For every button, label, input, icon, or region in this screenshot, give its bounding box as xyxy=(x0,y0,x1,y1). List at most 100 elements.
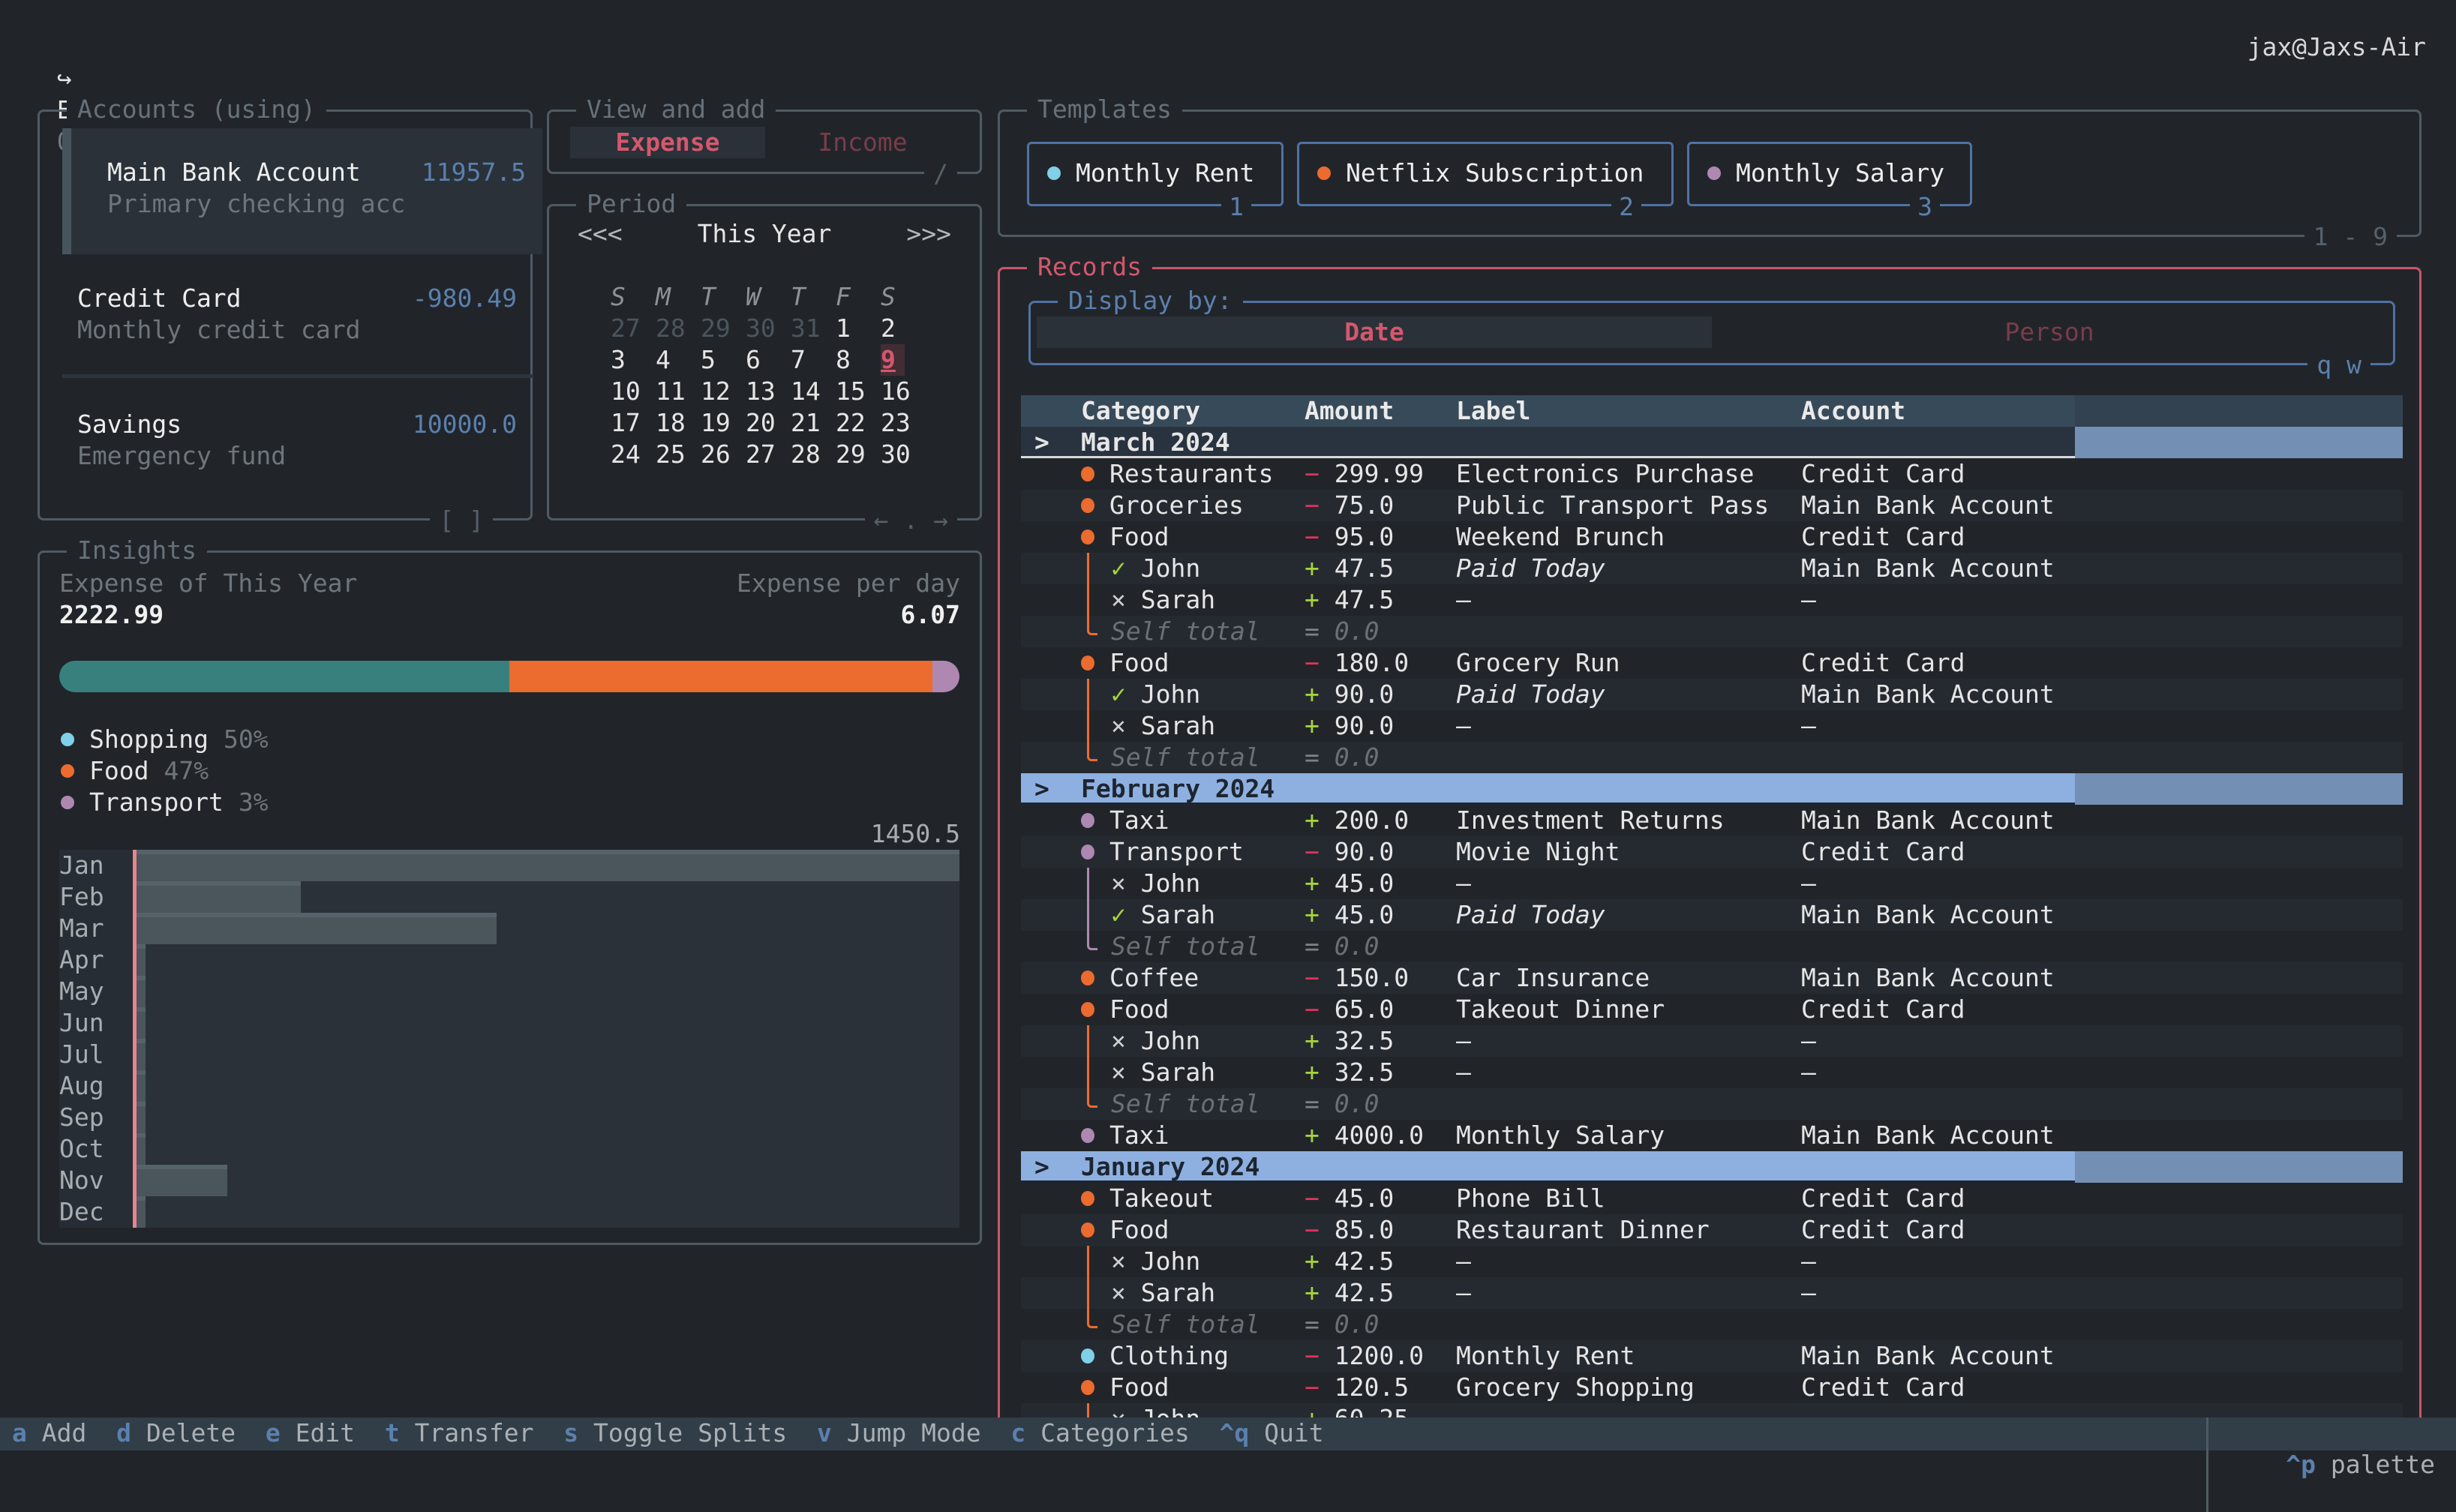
calendar-day[interactable]: 17 xyxy=(611,407,656,439)
template-netflix-subscription[interactable]: Netflix Subscription 2 xyxy=(1297,142,1674,223)
record-row[interactable]: Coffee − 150.0 Car Insurance Main Bank Acco… xyxy=(1021,962,2403,994)
record-account: Credit Card xyxy=(1801,459,1965,488)
self-total-row[interactable]: Self total = 0.0 xyxy=(1021,1309,2403,1340)
date-group-header[interactable]: > March 2024 xyxy=(1021,427,2403,458)
calendar-day[interactable]: 12 xyxy=(701,376,746,407)
calendar-day[interactable]: 4 xyxy=(656,344,701,376)
template-monthly-rent[interactable]: Monthly Rent 1 xyxy=(1027,142,1284,223)
calendar-day[interactable]: 3 xyxy=(611,344,656,376)
column-amount[interactable]: Amount xyxy=(1305,395,1394,427)
calendar-day[interactable]: 23 xyxy=(881,407,926,439)
date-group-header[interactable]: > January 2024 xyxy=(1021,1151,2403,1183)
calendar-day-outside[interactable]: 29 xyxy=(701,313,746,344)
calendar-day[interactable]: 22 xyxy=(836,407,881,439)
amount-sign: = xyxy=(1305,1089,1320,1118)
split-row[interactable]: × John + 45.0 – – xyxy=(1021,868,2403,899)
calendar-day[interactable]: 20 xyxy=(746,407,791,439)
period-prev-button[interactable]: <<< xyxy=(578,218,623,250)
calendar-day[interactable]: 29 xyxy=(836,439,881,470)
calendar-day[interactable]: 8 xyxy=(836,344,881,376)
split-row[interactable]: × Sarah + 42.5 – – xyxy=(1021,1277,2403,1309)
calendar-day[interactable]: 14 xyxy=(791,376,836,407)
record-row[interactable]: Groceries − 75.0 Public Transport Pass Main… xyxy=(1021,490,2403,521)
record-row[interactable]: Food − 180.0 Grocery Run Credit Card xyxy=(1021,647,2403,679)
calendar-day[interactable]: 28 xyxy=(791,439,836,470)
account-item-main-bank[interactable]: Main Bank Account 11957.5 Primary checki… xyxy=(62,128,542,254)
keybinding-categories[interactable]: c Categories xyxy=(1010,1418,1189,1448)
tab-expense[interactable]: Expense xyxy=(570,127,765,158)
self-total-row[interactable]: Self total = 0.0 xyxy=(1021,1088,2403,1120)
calendar-day[interactable]: 2 xyxy=(881,313,926,344)
split-row[interactable]: × John + 32.5 – – xyxy=(1021,1025,2403,1057)
calendar-day-outside[interactable]: 27 xyxy=(611,313,656,344)
tab-income[interactable]: Income xyxy=(765,127,960,158)
calendar-day-outside[interactable]: 30 xyxy=(746,313,791,344)
chart-month-label: Jul xyxy=(59,1039,134,1070)
calendar-day[interactable]: 16 xyxy=(881,376,926,407)
record-row[interactable]: Transport − 90.0 Movie Night Credit Card xyxy=(1021,836,2403,868)
calendar-day[interactable]: 25 xyxy=(656,439,701,470)
keybinding-toggle-splits[interactable]: s Toggle Splits xyxy=(563,1418,787,1448)
tab-person[interactable]: Person xyxy=(1712,316,2387,348)
records-title: Records xyxy=(1027,251,1153,283)
record-row[interactable]: Restaurants − 299.99 Electronics Purchase C… xyxy=(1021,458,2403,490)
keybinding-add[interactable]: a Add xyxy=(12,1418,86,1448)
calendar-day[interactable]: 24 xyxy=(611,439,656,470)
record-amount: + 45.0 xyxy=(1305,868,1394,899)
account-item-savings[interactable]: Savings 10000.0 Emergency fund xyxy=(62,380,533,506)
calendar-day[interactable]: 30 xyxy=(881,439,926,470)
command-palette-button[interactable]: ^p palette xyxy=(2205,1418,2435,1512)
self-total-row[interactable]: Self total = 0.0 xyxy=(1021,616,2403,647)
keybinding-edit[interactable]: e Edit xyxy=(266,1418,355,1448)
date-group-header[interactable]: > February 2024 xyxy=(1021,773,2403,805)
keybinding-jump-mode[interactable]: v Jump Mode xyxy=(817,1418,981,1448)
calendar-day[interactable]: 11 xyxy=(656,376,701,407)
record-row[interactable]: Food − 65.0 Takeout Dinner Credit Card xyxy=(1021,994,2403,1025)
column-account[interactable]: Account xyxy=(1801,395,1905,427)
split-row[interactable]: × Sarah + 90.0 – – xyxy=(1021,710,2403,742)
self-total-row[interactable]: Self total = 0.0 xyxy=(1021,742,2403,773)
calendar-day[interactable]: 19 xyxy=(701,407,746,439)
record-row[interactable]: Food − 95.0 Weekend Brunch Credit Card xyxy=(1021,521,2403,553)
calendar-day[interactable]: 21 xyxy=(791,407,836,439)
calendar-day[interactable]: 6 xyxy=(746,344,791,376)
calendar-day-today[interactable]: 9 xyxy=(881,344,905,376)
record-row[interactable]: Food − 85.0 Restaurant Dinner Credit Card xyxy=(1021,1214,2403,1246)
calendar-day[interactable]: 18 xyxy=(656,407,701,439)
record-row[interactable]: Food − 120.5 Grocery Shopping Credit Card xyxy=(1021,1372,2403,1403)
record-row[interactable]: Taxi + 200.0 Investment Returns Main Bank A… xyxy=(1021,805,2403,836)
keybinding-transfer[interactable]: t Transfer xyxy=(385,1418,534,1448)
template-monthly-salary[interactable]: Monthly Salary 3 xyxy=(1687,142,1972,223)
split-row[interactable]: × Sarah + 47.5 – – xyxy=(1021,584,2403,616)
expand-chevron-icon[interactable]: > xyxy=(1034,427,1049,458)
account-item-credit-card[interactable]: Credit Card -980.49 Monthly credit card xyxy=(62,254,533,380)
calendar-day[interactable]: 7 xyxy=(791,344,836,376)
tab-date[interactable]: Date xyxy=(1037,316,1712,348)
record-row[interactable]: Clothing − 1200.0 Monthly Rent Main Bank Ac… xyxy=(1021,1340,2403,1372)
period-next-button[interactable]: >>> xyxy=(906,218,951,250)
calendar-day-outside[interactable]: 31 xyxy=(791,313,836,344)
record-row[interactable]: Takeout − 45.0 Phone Bill Credit Card xyxy=(1021,1183,2403,1214)
self-total-row[interactable]: Self total = 0.0 xyxy=(1021,931,2403,962)
keybinding-delete[interactable]: d Delete xyxy=(116,1418,236,1448)
calendar-day[interactable]: 15 xyxy=(836,376,881,407)
split-row[interactable]: ✓ John + 47.5 Paid Today Main Bank Account xyxy=(1021,553,2403,584)
category-dot-icon xyxy=(1047,166,1061,180)
calendar-day[interactable]: 10 xyxy=(611,376,656,407)
record-row[interactable]: Taxi + 4000.0 Monthly Salary Main Bank Acco… xyxy=(1021,1120,2403,1151)
calendar-day[interactable]: 27 xyxy=(746,439,791,470)
column-label[interactable]: Label xyxy=(1456,395,1530,427)
split-row[interactable]: ✓ Sarah + 45.0 Paid Today Main Bank Account xyxy=(1021,899,2403,931)
split-row[interactable]: × Sarah + 32.5 – – xyxy=(1021,1057,2403,1088)
calendar-day[interactable]: 26 xyxy=(701,439,746,470)
expand-chevron-icon[interactable]: > xyxy=(1034,773,1049,805)
keybinding-quit[interactable]: ^q Quit xyxy=(1220,1418,1324,1448)
calendar-day[interactable]: 1 xyxy=(836,313,881,344)
split-row[interactable]: × John + 42.5 – – xyxy=(1021,1246,2403,1277)
calendar-day[interactable]: 5 xyxy=(701,344,746,376)
split-row[interactable]: ✓ John + 90.0 Paid Today Main Bank Account xyxy=(1021,679,2403,710)
column-category[interactable]: Category xyxy=(1081,395,1200,427)
expand-chevron-icon[interactable]: > xyxy=(1034,1151,1049,1183)
calendar-day[interactable]: 13 xyxy=(746,376,791,407)
calendar-day-outside[interactable]: 28 xyxy=(656,313,701,344)
